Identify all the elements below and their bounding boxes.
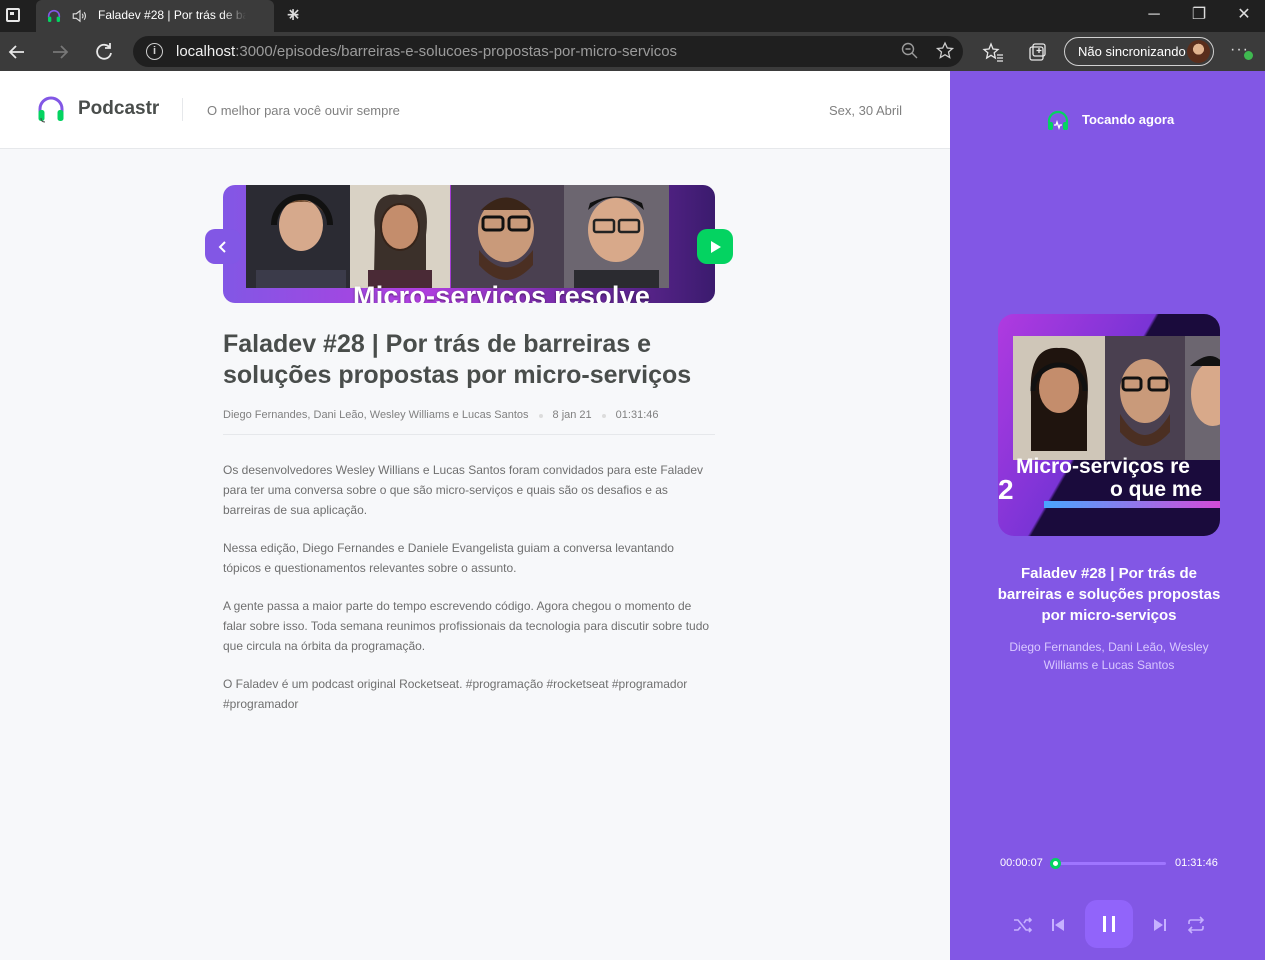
site-info-icon[interactable]: i xyxy=(146,43,163,60)
thumbnail-caption: Micro-serviços resolve xyxy=(353,281,651,303)
podcastr-app: Podcastr O melhor para você ouvir sempre… xyxy=(0,71,1265,960)
progress-handle[interactable] xyxy=(1050,858,1061,869)
refresh-icon[interactable] xyxy=(90,38,118,66)
episode-members: Diego Fernandes, Dani Leão, Wesley Willi… xyxy=(223,409,529,421)
cover-person-1 xyxy=(1013,336,1105,460)
player-sidebar: Tocando agora 2 Micro-serviços re o que … xyxy=(950,71,1265,960)
cover-number: 2 xyxy=(998,474,1014,505)
add-favorite-icon[interactable] xyxy=(935,41,955,61)
cover-person-2 xyxy=(1105,336,1185,460)
play-episode-button[interactable] xyxy=(697,229,733,264)
forward-arrow-icon[interactable] xyxy=(46,38,74,66)
app-header: Podcastr O melhor para você ouvir sempre… xyxy=(0,71,950,149)
thumbnail-person-4 xyxy=(564,185,669,288)
thumbnail-person-2 xyxy=(350,185,450,288)
address-bar[interactable]: i localhost:3000/episodes/barreiras-e-so… xyxy=(133,36,963,67)
now-playing-icon xyxy=(1047,110,1069,131)
total-time: 01:31:46 xyxy=(1175,857,1218,869)
cover-caption-line-1: Micro-serviços re xyxy=(1016,455,1190,478)
skip-next-icon xyxy=(1154,919,1166,931)
skip-previous-icon xyxy=(1052,919,1064,931)
headphones-icon xyxy=(47,9,61,22)
episode-meta: Diego Fernandes, Dani Leão, Wesley Willi… xyxy=(223,409,715,435)
browser-tab[interactable]: Faladev #28 | Por trás de barreiras e so… xyxy=(36,0,301,32)
repeat-icon xyxy=(1187,916,1205,934)
new-tab-button[interactable]: + xyxy=(283,4,303,26)
url-text[interactable]: localhost:3000/episodes/barreiras-e-solu… xyxy=(176,43,677,60)
episode-title: Faladev #28 | Por trás de barreiras e so… xyxy=(223,330,692,389)
episode-date: 8 jan 21 xyxy=(552,409,592,421)
favorites-icon[interactable] xyxy=(982,41,1004,63)
cover-person-3 xyxy=(1185,336,1220,460)
back-arrow-icon[interactable] xyxy=(3,38,31,66)
headphones-logo-icon xyxy=(38,96,64,123)
now-playing-label: Tocando agora xyxy=(1082,112,1175,127)
description-paragraph: Nessa edição, Diego Fernandes e Daniele … xyxy=(223,541,674,575)
description-paragraph: O Faladev é um podcast original Rocketse… xyxy=(223,677,688,711)
minimize-button[interactable]: ─ xyxy=(1132,2,1176,28)
collections-icon[interactable] xyxy=(1026,41,1048,63)
logo-text: Podcastr xyxy=(78,98,160,119)
pause-button[interactable] xyxy=(1085,900,1133,948)
cover-gradient-bar xyxy=(1044,501,1220,508)
progress-slider[interactable] xyxy=(1050,858,1166,869)
repeat-button[interactable] xyxy=(1184,913,1208,937)
episode-page: Podcastr O melhor para você ouvir sempre… xyxy=(0,71,950,960)
profile-avatar xyxy=(1187,40,1210,63)
zoom-out-icon[interactable] xyxy=(900,41,920,61)
current-date: Sex, 30 Abril xyxy=(829,103,902,118)
close-window-button[interactable]: ✕ xyxy=(1222,2,1265,28)
more-menu-icon[interactable]: ··· xyxy=(1230,41,1256,63)
episode-duration: 01:31:46 xyxy=(615,409,659,421)
shuffle-button[interactable] xyxy=(1011,913,1035,937)
tab-title: Faladev #28 | Por trás de barreiras e so… xyxy=(98,8,246,22)
restore-button[interactable]: ❐ xyxy=(1177,2,1221,28)
update-badge xyxy=(1244,51,1253,60)
tagline: O melhor para você ouvir sempre xyxy=(207,103,400,118)
browser-tab-bar: Faladev #28 | Por trás de barreiras e so… xyxy=(0,0,1265,32)
speaker-icon[interactable] xyxy=(71,7,89,25)
pause-icon xyxy=(1103,916,1115,932)
player-episode-title: Faladev #28 | Por trás de barreiras e so… xyxy=(997,565,1221,624)
thumbnail-person-3 xyxy=(451,185,564,288)
thumbnail-person-1 xyxy=(246,185,350,288)
sync-label: Não sincronizando xyxy=(1078,44,1186,59)
cover-caption-line-2: o que me xyxy=(1110,478,1203,501)
shuffle-icon xyxy=(1014,917,1033,933)
next-button[interactable] xyxy=(1148,913,1172,937)
episode-description: Os desenvolvedores Wesley Willians e Luc… xyxy=(223,460,715,732)
description-paragraph: Os desenvolvedores Wesley Willians e Luc… xyxy=(223,463,704,517)
browser-toolbar: i localhost:3000/episodes/barreiras-e-so… xyxy=(0,32,1265,71)
player-episode-members: Diego Fernandes, Dani Leão, Wesley Willi… xyxy=(1009,640,1209,672)
profile-sync-button[interactable]: Não sincronizando xyxy=(1064,37,1214,66)
current-time: 00:00:07 xyxy=(1000,857,1043,869)
chevron-left-icon xyxy=(218,241,226,253)
description-paragraph: A gente passa a maior parte do tempo esc… xyxy=(223,599,710,653)
play-icon xyxy=(711,241,721,253)
episode-thumbnail: Micro-serviços resolve xyxy=(223,185,715,303)
back-button[interactable] xyxy=(205,229,241,264)
header-divider xyxy=(182,98,183,121)
previous-button[interactable] xyxy=(1046,913,1070,937)
player-cover: 2 Micro-serviços re o que me xyxy=(998,314,1220,536)
window-menu-icon[interactable] xyxy=(6,8,20,22)
